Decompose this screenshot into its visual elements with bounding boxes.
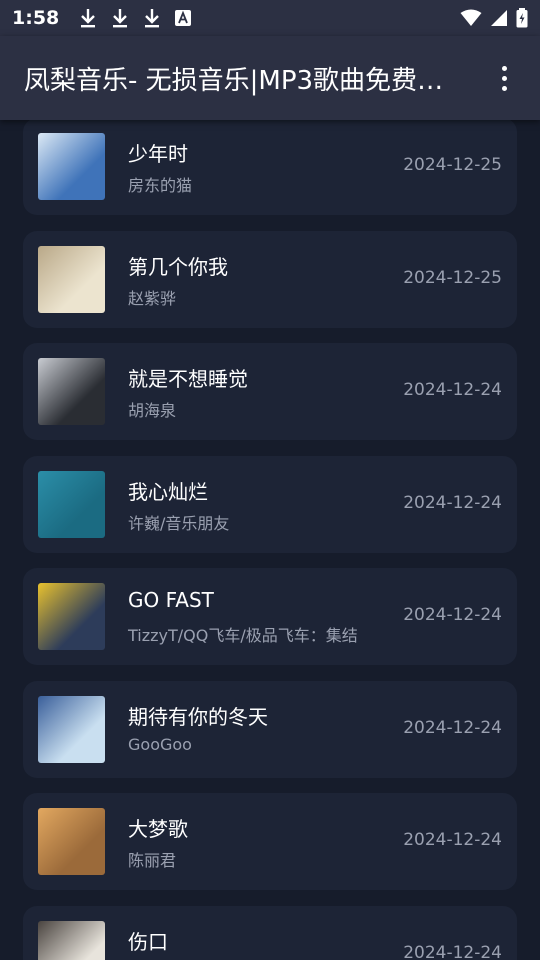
song-date: 2024-12-24	[403, 492, 502, 513]
song-card[interactable]: 我心灿烂许巍/音乐朋友 2024-12-24	[23, 455, 517, 553]
download-icon	[81, 9, 96, 28]
system-icons	[460, 8, 528, 28]
album-cover	[38, 245, 105, 313]
song-date: 2024-12-25	[403, 155, 502, 175]
song-card[interactable]: 伤口 2024-12-24	[23, 905, 517, 960]
notification-icons	[79, 8, 192, 28]
song-card[interactable]: 期待有你的冬天 GooGoo 2024-12-24	[23, 680, 517, 778]
song-card[interactable]: 就是不想睡觉胡海泉 2024-12-24	[23, 343, 517, 440]
app-bar: 凤梨音乐- 无损音乐|MP3歌曲免费下载	[0, 36, 540, 120]
song-list[interactable]: 少年时房东的猫 2024-12-25 第几个你我赵紫骅 2024-12-25 就是不想睡…	[0, 120, 540, 960]
song-date: 2024-12-24	[403, 830, 502, 850]
album-cover	[38, 695, 105, 763]
song-title: 就是不想睡觉	[128, 367, 248, 391]
album-cover	[38, 920, 105, 960]
song-title: GO FAST	[128, 588, 214, 612]
song-artist: 陈丽君	[128, 851, 177, 870]
wifi-icon	[460, 9, 482, 26]
download-icon	[145, 9, 160, 28]
signal-icon	[491, 10, 507, 26]
song-title: 我心灿烂	[128, 479, 208, 504]
song-card[interactable]: 大梦歌陈丽君 2024-12-24	[23, 793, 517, 890]
app-title: 凤梨音乐- 无损音乐|MP3歌曲免费下载	[24, 65, 464, 96]
status-time: 1:58	[12, 7, 60, 29]
song-artist: 许巍/音乐朋友	[128, 513, 230, 533]
song-title: 第几个你我	[128, 254, 228, 279]
song-artist: 房东的猫	[128, 176, 193, 195]
song-artist: GooGoo	[128, 734, 192, 754]
song-date: 2024-12-24	[403, 717, 502, 738]
album-cover	[38, 358, 105, 425]
song-artist: 胡海泉	[128, 401, 177, 420]
status-bar: 1:58	[0, 0, 540, 36]
song-date: 2024-12-24	[403, 380, 502, 400]
song-date: 2024-12-25	[403, 267, 502, 288]
download-icon	[113, 9, 128, 28]
song-date: 2024-12-24	[403, 942, 502, 960]
song-title: 期待有你的冬天	[128, 704, 268, 729]
song-artist: TizzyT/QQ飞车/极品飞车：集结	[128, 626, 358, 645]
song-card[interactable]: GO FAST TizzyT/QQ飞车/极品飞车：集结 2024-12-24	[23, 568, 517, 665]
song-title: 大梦歌	[128, 817, 188, 841]
song-card[interactable]: 少年时房东的猫 2024-12-25	[23, 120, 517, 215]
album-cover	[38, 470, 105, 538]
song-artist: 赵紫骅	[128, 288, 177, 308]
song-date: 2024-12-24	[403, 605, 502, 625]
song-title: 伤口	[128, 929, 168, 954]
battery-icon	[516, 8, 528, 28]
more-options-icon[interactable]	[492, 58, 516, 98]
song-card[interactable]: 第几个你我赵紫骅 2024-12-25	[23, 230, 517, 328]
album-cover	[38, 583, 105, 650]
song-title: 少年时	[128, 142, 188, 166]
app-notification-icon	[175, 10, 192, 26]
album-cover	[38, 808, 105, 875]
album-cover	[38, 133, 105, 200]
